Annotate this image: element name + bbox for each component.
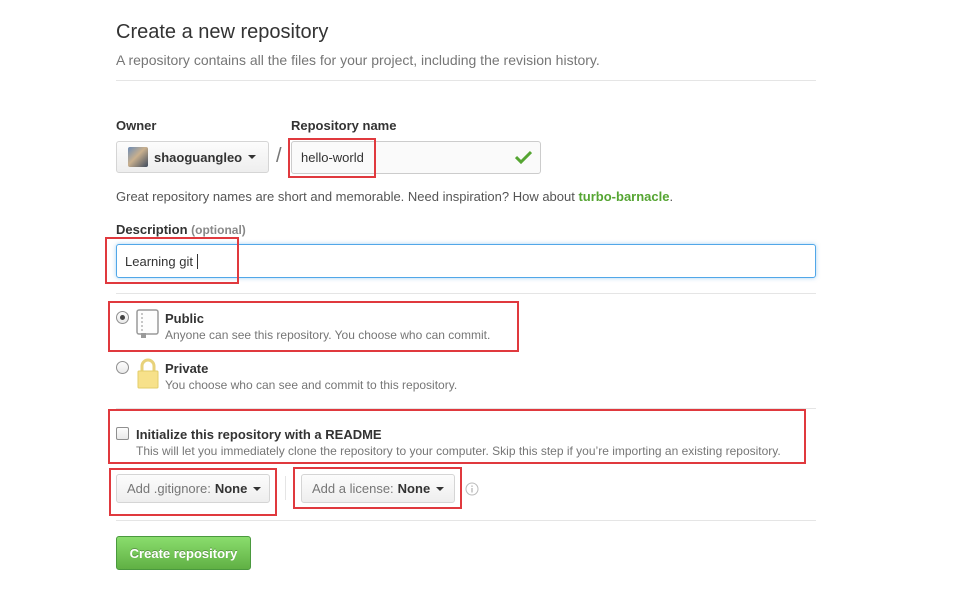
highlight-box-public [108,301,519,352]
owner-name: shaoguangleo [154,149,243,165]
hint-end: . [669,189,674,204]
description-label-text: Description [116,222,188,237]
description-label: Description (optional) [116,222,246,237]
repo-name-hint: Great repository names are short and mem… [116,189,673,204]
vertical-divider [285,476,286,500]
page-title: Create a new repository [116,21,329,43]
suggestion-link[interactable]: turbo-barnacle [578,189,669,204]
avatar [128,147,148,167]
owner-select[interactable]: shaoguangleo [116,141,269,173]
info-icon[interactable] [465,482,479,496]
lock-icon [137,358,159,389]
private-title: Private [165,361,209,376]
private-radio[interactable] [116,361,129,374]
divider [116,520,816,521]
divider [116,293,816,294]
page-subtitle: A repository contains all the files for … [116,52,600,68]
highlight-box-description [105,237,239,284]
highlight-box-license [293,467,462,509]
highlight-box-readme [108,409,806,464]
chevron-down-icon [248,155,257,159]
hint-text: Great repository names are short and mem… [116,189,579,204]
highlight-box-repo-name [288,138,376,178]
private-desc: You choose who can see and commit to thi… [165,378,458,392]
owner-repo-separator: / [276,145,282,167]
check-icon [515,150,532,164]
owner-label: Owner [116,118,157,133]
highlight-box-gitignore [109,468,277,516]
optional-tag: (optional) [191,223,246,237]
divider [116,80,816,81]
repo-name-label: Repository name [291,118,397,133]
create-repository-button[interactable]: Create repository [116,536,251,570]
